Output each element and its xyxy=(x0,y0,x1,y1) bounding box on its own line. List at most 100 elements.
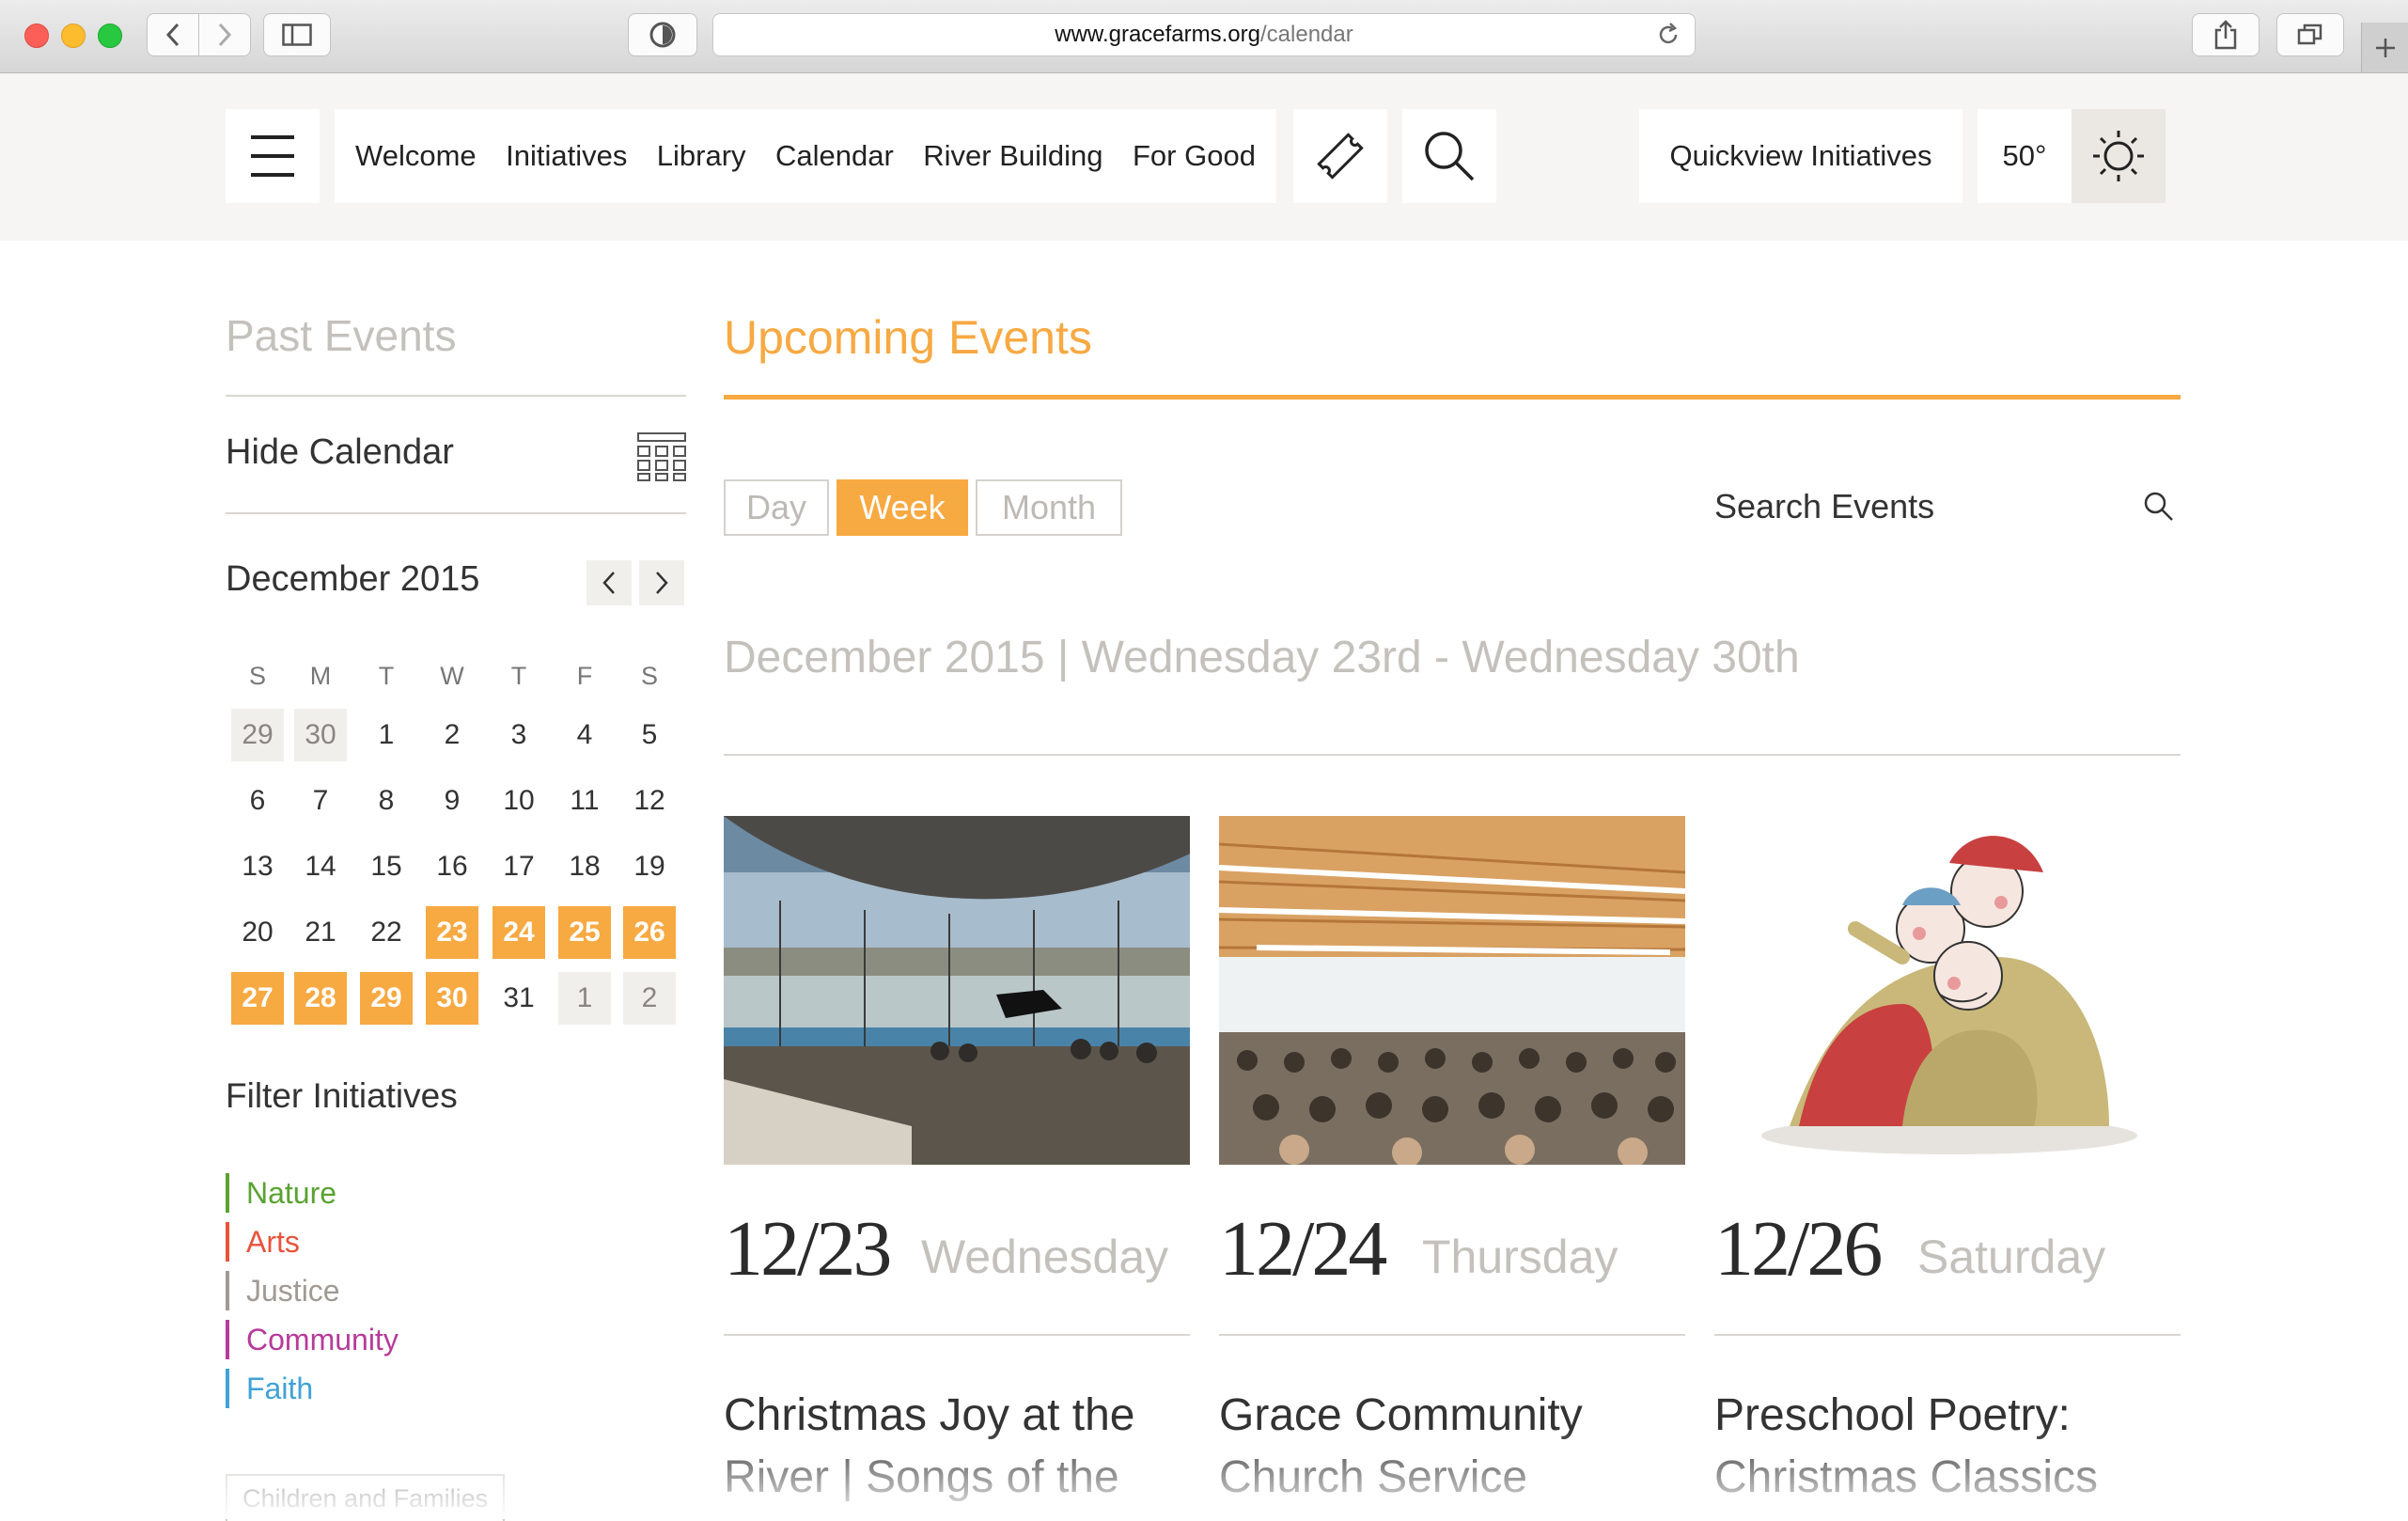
new-tab-button[interactable] xyxy=(2361,23,2408,72)
calendar-grid-icon[interactable] xyxy=(637,432,686,481)
event-date: 12/26 xyxy=(1714,1205,1883,1293)
event-date: 12/23 xyxy=(724,1205,892,1293)
calendar-day[interactable]: 20 xyxy=(231,906,284,959)
calendar-day[interactable]: 31 xyxy=(493,972,545,1025)
calendar-day[interactable]: 16 xyxy=(426,840,478,893)
calendar-day[interactable]: 15 xyxy=(360,840,413,893)
calendar-day[interactable]: 30 xyxy=(294,709,347,761)
calendar-day[interactable]: 7 xyxy=(294,775,347,827)
sidebar-icon xyxy=(282,24,312,46)
close-window-button[interactable] xyxy=(24,24,49,48)
menu-button[interactable] xyxy=(226,109,320,203)
quickview-initiatives-button[interactable]: Quickview Initiatives xyxy=(1639,109,1962,203)
zoom-window-button[interactable] xyxy=(98,24,122,48)
minimize-window-button[interactable] xyxy=(61,24,86,48)
calendar-day[interactable]: 12 xyxy=(623,775,676,827)
date-range-label: December 2015 | Wednesday 23rd - Wednesd… xyxy=(724,633,1800,682)
calendar-day[interactable]: 3 xyxy=(493,709,545,761)
calendar-day[interactable]: 4 xyxy=(558,709,611,761)
event-title[interactable]: Grace Community Church Service xyxy=(1219,1385,1685,1509)
hide-calendar-toggle[interactable]: Hide Calendar xyxy=(226,432,454,473)
event-weekday: Saturday xyxy=(1917,1231,2106,1283)
view-week-button[interactable]: Week xyxy=(837,479,968,536)
divider xyxy=(724,1334,1190,1336)
filter-nature[interactable]: Nature xyxy=(226,1173,336,1213)
calendar-day[interactable]: 8 xyxy=(360,775,413,827)
weekday-header: S xyxy=(248,661,266,690)
nav-initiatives[interactable]: Initiatives xyxy=(506,139,627,173)
chevron-right-icon xyxy=(656,572,668,594)
calendar-day[interactable]: 18 xyxy=(558,840,611,893)
weekday-header: T xyxy=(378,661,395,690)
children-families-tag[interactable]: Children and Families xyxy=(226,1474,506,1521)
calendar-day[interactable]: 11 xyxy=(558,775,611,827)
nav-library[interactable]: Library xyxy=(657,139,746,173)
calendar-day-selected[interactable]: 23 xyxy=(426,906,478,959)
calendar-day[interactable]: 17 xyxy=(493,840,545,893)
forward-button[interactable] xyxy=(198,13,251,56)
calendar-day-selected[interactable]: 27 xyxy=(231,972,284,1025)
search-icon[interactable] xyxy=(2143,491,2175,523)
view-month-button[interactable]: Month xyxy=(976,479,1122,536)
sidebar-toggle-button[interactable] xyxy=(263,13,331,56)
weather-temperature: 50° xyxy=(1978,109,2072,203)
calendar-day[interactable]: 1 xyxy=(558,972,611,1025)
tickets-button[interactable] xyxy=(1293,109,1387,203)
nav-river-building[interactable]: River Building xyxy=(923,139,1102,173)
tabs-overview-button[interactable] xyxy=(2276,13,2344,56)
upcoming-events-heading[interactable]: Upcoming Events xyxy=(724,310,1092,365)
divider xyxy=(226,395,686,397)
calendar-day-selected[interactable]: 24 xyxy=(493,906,545,959)
plus-icon xyxy=(2376,38,2395,57)
calendar-day[interactable]: 6 xyxy=(231,775,284,827)
weekday-header: W xyxy=(440,661,464,690)
nav-calendar[interactable]: Calendar xyxy=(775,139,894,173)
share-icon xyxy=(2214,20,2237,50)
calendar-day-selected[interactable]: 30 xyxy=(426,972,478,1025)
sun-icon xyxy=(2093,131,2144,181)
share-button[interactable] xyxy=(2192,13,2259,56)
prev-month-button[interactable] xyxy=(586,560,632,605)
search-events-input[interactable]: Search Events xyxy=(1714,487,1934,526)
calendar-day[interactable]: 29 xyxy=(231,709,284,761)
filter-community[interactable]: Community xyxy=(226,1320,399,1359)
calendar-day[interactable]: 19 xyxy=(623,840,676,893)
nav-for-good[interactable]: For Good xyxy=(1133,139,1256,173)
filter-faith[interactable]: Faith xyxy=(226,1369,313,1408)
calendar-day[interactable]: 22 xyxy=(360,906,413,959)
calendar-day[interactable]: 5 xyxy=(623,709,676,761)
calendar-day[interactable]: 13 xyxy=(231,840,284,893)
calendar-day[interactable]: 14 xyxy=(294,840,347,893)
weekday-header: T xyxy=(510,661,527,690)
back-button[interactable] xyxy=(147,13,199,56)
event-image-piano[interactable] xyxy=(724,816,1190,1165)
event-title[interactable]: Christmas Joy at the River | Songs of th… xyxy=(724,1385,1190,1509)
calendar-day-selected[interactable]: 29 xyxy=(360,972,413,1025)
calendar-day-selected[interactable]: 25 xyxy=(558,906,611,959)
past-events-tab[interactable]: Past Events xyxy=(226,310,456,361)
privacy-button[interactable] xyxy=(628,13,697,56)
view-day-button[interactable]: Day xyxy=(724,479,829,536)
reload-icon[interactable] xyxy=(1655,22,1681,48)
address-bar[interactable]: www.gracefarms.org/calendar xyxy=(712,13,1696,56)
calendar-day[interactable]: 21 xyxy=(294,906,347,959)
event-title[interactable]: Preschool Poetry: Christmas Classics xyxy=(1714,1385,2181,1509)
divider xyxy=(226,512,686,514)
calendar-day[interactable]: 2 xyxy=(426,709,478,761)
weekday-header: M xyxy=(309,661,332,690)
calendar-day[interactable]: 2 xyxy=(623,972,676,1025)
weather-widget[interactable] xyxy=(2072,109,2166,203)
calendar-day[interactable]: 9 xyxy=(426,775,478,827)
next-month-button[interactable] xyxy=(639,560,684,605)
event-image-carolers[interactable] xyxy=(1714,816,2181,1165)
calendar-day[interactable]: 1 xyxy=(360,709,413,761)
calendar-day-selected[interactable]: 26 xyxy=(623,906,676,959)
event-date: 12/24 xyxy=(1219,1205,1387,1293)
calendar-day-selected[interactable]: 28 xyxy=(294,972,347,1025)
nav-welcome[interactable]: Welcome xyxy=(355,139,477,173)
calendar-day[interactable]: 10 xyxy=(493,775,545,827)
search-button[interactable] xyxy=(1402,109,1496,203)
event-image-church[interactable] xyxy=(1219,816,1685,1165)
filter-justice[interactable]: Justice xyxy=(226,1271,340,1310)
filter-arts[interactable]: Arts xyxy=(226,1222,300,1262)
